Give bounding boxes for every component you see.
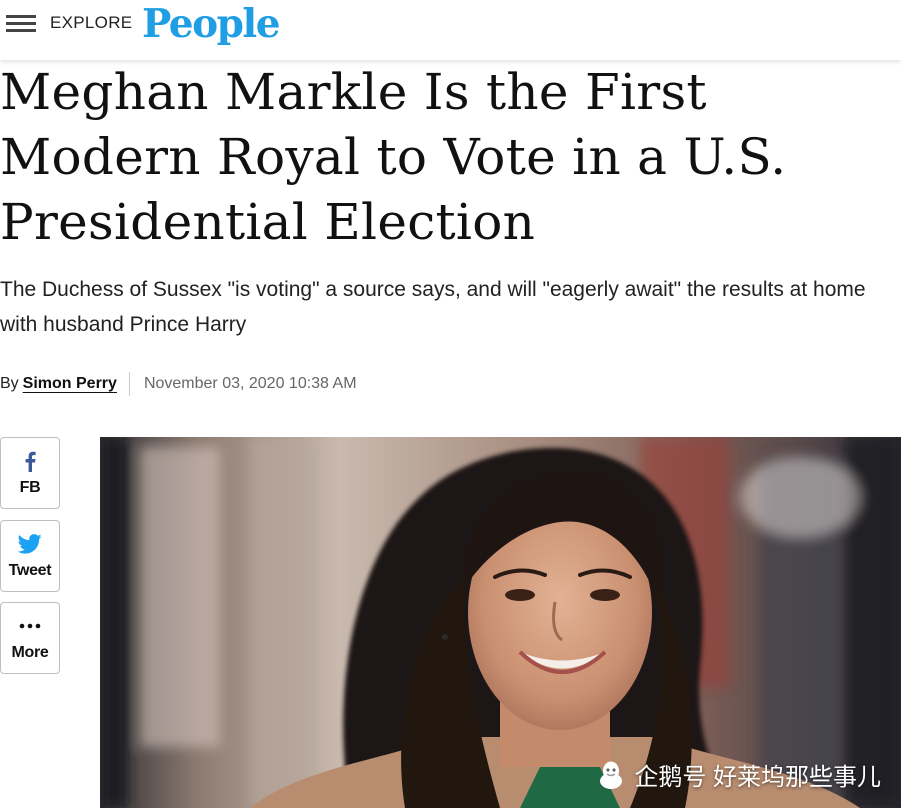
facebook-icon [1, 449, 59, 473]
byline: By Simon Perry November 03, 2020 10:38 AM [0, 372, 357, 396]
share-more-button[interactable]: More [0, 602, 60, 674]
author-link[interactable]: Simon Perry [23, 375, 117, 392]
penguin-icon [598, 760, 624, 790]
share-twitter-label: Tweet [8, 562, 52, 579]
explore-menu-link[interactable]: EXPLORE [50, 13, 132, 33]
hero-photo: 企鹅号 好莱坞那些事儿 [100, 437, 901, 808]
article-subheadline: The Duchess of Sussex "is voting" a sour… [0, 278, 866, 336]
byline-divider [128, 372, 130, 396]
watermark-text: 企鹅号 好莱坞那些事儿 [634, 764, 881, 791]
share-facebook-label: FB [19, 479, 41, 496]
more-dots-icon [1, 614, 59, 638]
people-logo[interactable]: People [142, 0, 281, 48]
share-twitter-button[interactable]: Tweet [0, 520, 60, 592]
twitter-bird-icon [1, 532, 59, 556]
share-more-label: More [11, 644, 49, 661]
share-facebook-button[interactable]: FB [0, 437, 60, 509]
hamburger-menu-icon[interactable] [6, 12, 36, 36]
watermark: 企鹅号 好莱坞那些事儿 [598, 757, 881, 792]
article-headline: Meghan Markle Is the First Modern Royal … [0, 63, 787, 251]
site-header: EXPLORE People [0, 0, 901, 60]
publish-date: November 03, 2020 10:38 AM [143, 375, 357, 393]
byline-prefix: By [0, 375, 19, 393]
